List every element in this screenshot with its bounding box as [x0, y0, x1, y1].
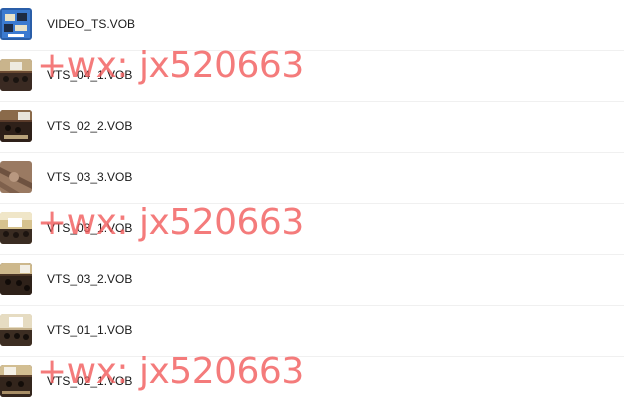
dvd-folder-icon [0, 8, 32, 40]
video-thumbnail [0, 161, 32, 193]
file-list: VIDEO_TS.VOB VTS_04_1.VOB VTS_02_2.VOB V… [0, 0, 627, 406]
video-thumbnail [0, 263, 32, 295]
file-name: VTS_01_1.VOB [47, 323, 133, 337]
file-name: VTS_03_2.VOB [47, 272, 133, 286]
video-thumbnail [0, 110, 32, 142]
file-row[interactable]: VTS_01_1.VOB [0, 306, 624, 357]
file-row[interactable]: VTS_03_2.VOB [0, 255, 624, 306]
video-thumbnail [0, 212, 32, 244]
video-thumbnail [0, 314, 32, 346]
file-row[interactable]: VIDEO_TS.VOB [0, 0, 624, 51]
video-thumbnail [0, 59, 32, 91]
watermark-text: +wx: jx520663 [37, 202, 304, 243]
video-thumbnail [0, 365, 32, 397]
file-name: VTS_03_3.VOB [47, 170, 133, 184]
file-row[interactable]: VTS_03_3.VOB [0, 153, 624, 204]
file-name: VTS_02_2.VOB [47, 119, 133, 133]
file-name: VIDEO_TS.VOB [47, 17, 136, 31]
watermark-text: +wx: jx520663 [37, 351, 304, 392]
file-row[interactable]: VTS_02_2.VOB [0, 102, 624, 153]
watermark-text: +wx: jx520663 [37, 45, 304, 86]
